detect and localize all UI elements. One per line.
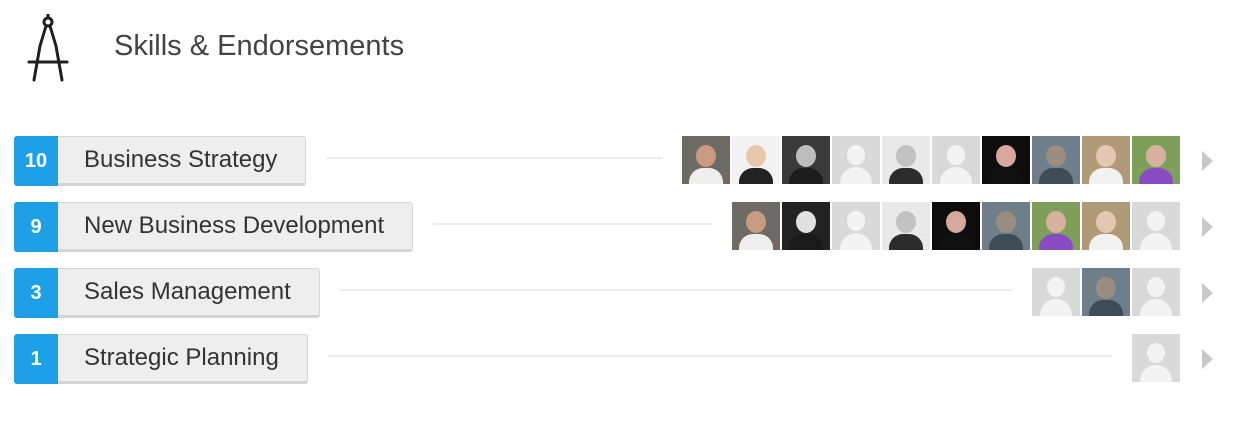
chevron-right-icon[interactable] — [1202, 151, 1213, 171]
endorsement-count[interactable]: 9 — [14, 202, 58, 252]
skill-row-sales-management: 3 Sales Management — [14, 268, 1224, 318]
skill-name: Strategic Planning — [84, 344, 279, 371]
skill-name: Business Strategy — [84, 146, 278, 173]
skill-pill[interactable]: Sales Management — [58, 268, 320, 318]
chevron-right-icon[interactable] — [1202, 283, 1213, 303]
endorser-avatar[interactable] — [1032, 136, 1080, 184]
endorser-avatar[interactable] — [1032, 268, 1080, 316]
endorser-avatar[interactable] — [882, 202, 930, 250]
section-header: Skills & Endorsements — [20, 12, 620, 92]
endorser-avatar[interactable] — [932, 202, 980, 250]
skill-pill[interactable]: New Business Development — [58, 202, 414, 252]
endorser-avatar[interactable] — [782, 202, 830, 250]
endorser-avatar[interactable] — [1082, 136, 1130, 184]
connector-line — [433, 223, 712, 225]
skill-name: New Business Development — [84, 212, 385, 239]
endorser-avatar[interactable] — [1132, 268, 1180, 316]
endorser-avatar[interactable] — [1082, 202, 1130, 250]
endorser-avatar[interactable] — [882, 136, 930, 184]
endorsement-count[interactable]: 10 — [14, 136, 58, 186]
skill-name: Sales Management — [84, 278, 291, 305]
endorsers-list — [1132, 334, 1182, 382]
endorser-avatar[interactable] — [782, 136, 830, 184]
endorsement-count[interactable]: 3 — [14, 268, 58, 318]
endorser-avatar[interactable] — [732, 202, 780, 250]
endorser-avatar[interactable] — [982, 202, 1030, 250]
endorser-avatar[interactable] — [682, 136, 730, 184]
section-title: Skills & Endorsements — [114, 30, 405, 62]
skill-pill[interactable]: Strategic Planning — [58, 334, 308, 384]
skill-pill[interactable]: Business Strategy — [58, 136, 307, 186]
endorser-avatar[interactable] — [1132, 202, 1180, 250]
endorsers-list — [682, 136, 1182, 184]
endorser-avatar[interactable] — [1132, 334, 1180, 382]
connector-line — [328, 355, 1112, 357]
endorsers-list — [1032, 268, 1182, 316]
connector-line — [326, 157, 662, 159]
endorser-avatar[interactable] — [982, 136, 1030, 184]
skill-row-business-strategy: 10 Business Strategy — [14, 136, 1224, 186]
endorser-avatar[interactable] — [732, 136, 780, 184]
endorser-avatar[interactable] — [932, 136, 980, 184]
chevron-right-icon[interactable] — [1202, 217, 1213, 237]
endorser-avatar[interactable] — [1082, 268, 1130, 316]
skill-row-strategic-planning: 1 Strategic Planning — [14, 334, 1224, 384]
endorser-avatar[interactable] — [1032, 202, 1080, 250]
connector-line — [340, 289, 1012, 291]
endorsers-list — [732, 202, 1182, 250]
compass-icon — [27, 14, 69, 82]
endorsement-count[interactable]: 1 — [14, 334, 58, 384]
endorser-avatar[interactable] — [1132, 136, 1180, 184]
endorser-avatar[interactable] — [832, 202, 880, 250]
endorser-avatar[interactable] — [832, 136, 880, 184]
skill-row-new-business-development: 9 New Business Development — [14, 202, 1224, 252]
chevron-right-icon[interactable] — [1202, 349, 1213, 369]
